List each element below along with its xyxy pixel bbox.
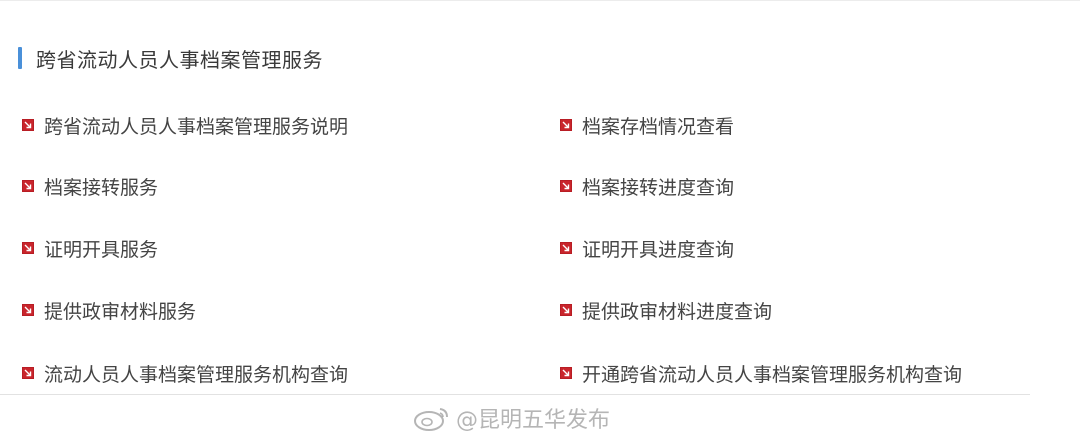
section-header: 跨省流动人员人事档案管理服务 <box>18 44 323 72</box>
weibo-icon <box>414 408 448 431</box>
watermark: @昆明五华发布 <box>412 402 610 434</box>
link-label: 档案存档情况查看 <box>582 115 735 138</box>
arrow-square-icon <box>22 180 34 192</box>
link-certificate-issuance[interactable]: 证明开具服务 <box>22 235 158 261</box>
arrow-square-icon <box>560 242 572 254</box>
link-political-review-progress[interactable]: 提供政审材料进度查询 <box>560 297 772 323</box>
link-label: 流动人员人事档案管理服务机构查询 <box>44 363 349 386</box>
arrow-square-icon <box>22 119 34 131</box>
arrow-square-icon <box>560 119 572 131</box>
arrow-square-icon <box>22 242 34 254</box>
link-enabled-institution-query[interactable]: 开通跨省流动人员人事档案管理服务机构查询 <box>560 360 962 386</box>
bottom-divider <box>0 394 1030 395</box>
link-label: 跨省流动人员人事档案管理服务说明 <box>44 115 349 138</box>
section-title: 跨省流动人员人事档案管理服务 <box>36 47 323 72</box>
link-archive-transfer[interactable]: 档案接转服务 <box>22 173 158 199</box>
accent-bar <box>18 47 22 69</box>
link-archive-transfer-progress[interactable]: 档案接转进度查询 <box>560 173 734 199</box>
link-political-review-materials[interactable]: 提供政审材料服务 <box>22 297 196 323</box>
arrow-square-icon <box>560 180 572 192</box>
link-institution-query[interactable]: 流动人员人事档案管理服务机构查询 <box>22 360 348 386</box>
link-label: 档案接转进度查询 <box>582 176 735 199</box>
link-service-description[interactable]: 跨省流动人员人事档案管理服务说明 <box>22 112 348 138</box>
link-label: 档案接转服务 <box>44 176 159 199</box>
watermark-text: @昆明五华发布 <box>456 408 611 433</box>
arrow-square-icon <box>560 304 572 316</box>
link-label: 提供政审材料服务 <box>44 300 197 323</box>
page: 跨省流动人员人事档案管理服务 跨省流动人员人事档案管理服务说明 档案接转服务 证… <box>0 0 1080 446</box>
arrow-square-icon <box>560 367 572 379</box>
link-certificate-progress[interactable]: 证明开具进度查询 <box>560 235 734 261</box>
arrow-square-icon <box>22 304 34 316</box>
link-label: 提供政审材料进度查询 <box>582 300 773 323</box>
arrow-square-icon <box>22 367 34 379</box>
link-archive-status-view[interactable]: 档案存档情况查看 <box>560 112 734 138</box>
top-divider <box>0 0 1080 1</box>
link-label: 证明开具进度查询 <box>582 238 735 261</box>
link-label: 证明开具服务 <box>44 238 159 261</box>
link-label: 开通跨省流动人员人事档案管理服务机构查询 <box>582 363 963 386</box>
